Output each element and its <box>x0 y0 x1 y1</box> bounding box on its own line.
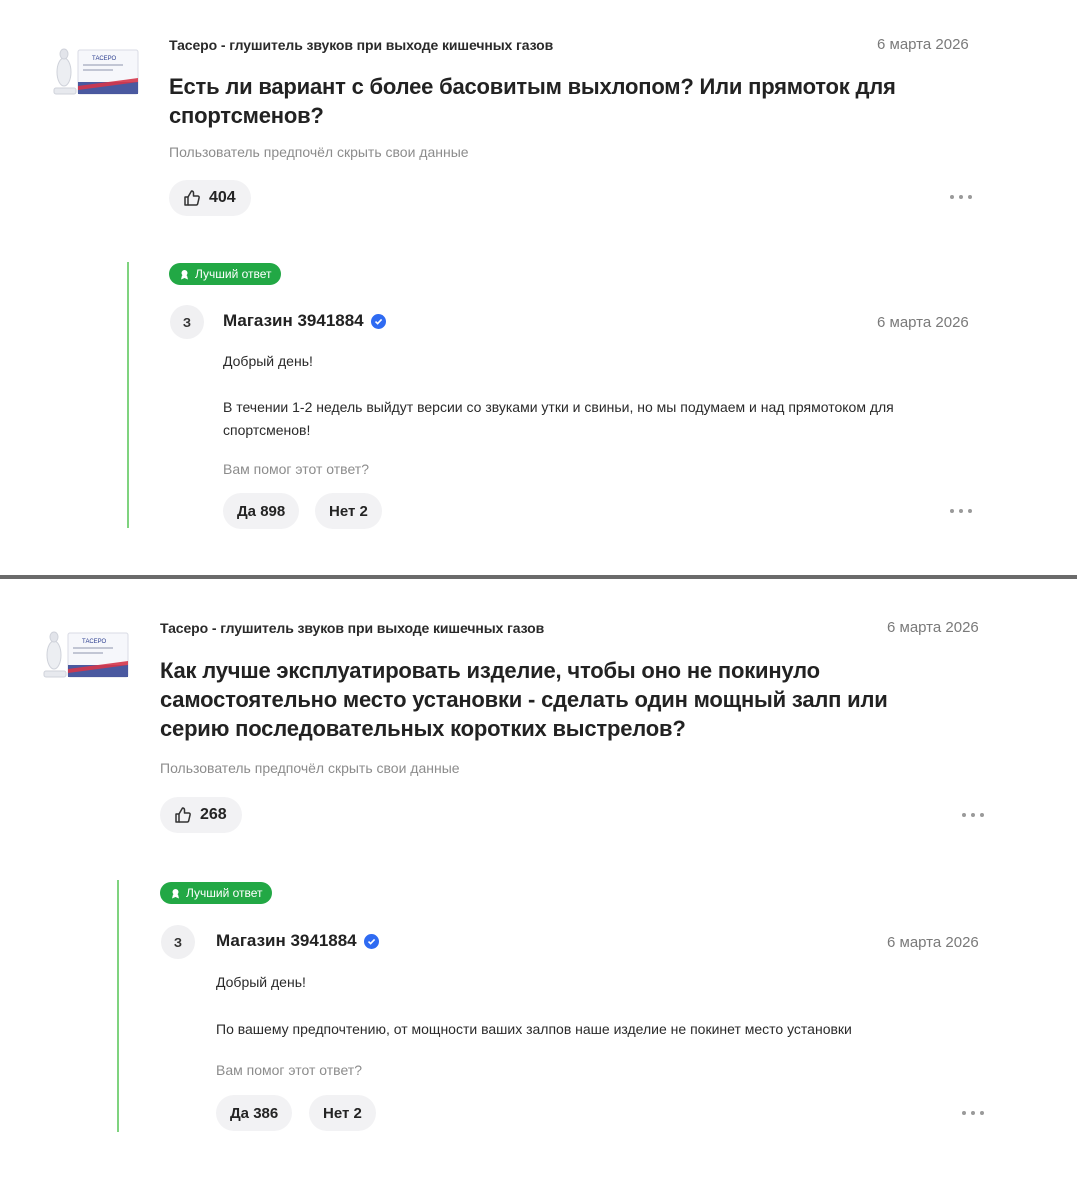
seller-name[interactable]: Магазин 3941884 <box>223 311 386 331</box>
vote-no-button[interactable]: Нет 2 <box>309 1095 376 1131</box>
seller-name-label: Магазин 3941884 <box>216 931 357 950</box>
question-author: Пользователь предпочёл скрыть свои данны… <box>169 144 469 160</box>
award-icon <box>181 269 188 279</box>
answer-accent-line <box>117 880 119 1132</box>
verified-check-icon <box>370 313 386 329</box>
vote-yes-button[interactable]: Да 898 <box>223 493 300 529</box>
more-options-button[interactable] <box>960 805 986 825</box>
like-count: 268 <box>200 806 227 823</box>
more-dots-icon <box>962 813 966 817</box>
product-image-label: ТАСЕРО <box>92 56 117 62</box>
award-icon <box>172 888 179 898</box>
thumbs-up-icon <box>175 807 191 823</box>
answer-greeting: Добрый день! <box>216 974 306 990</box>
best-answer-label: Лучший ответ <box>195 267 272 281</box>
vote-yes-button[interactable]: Да 386 <box>216 1095 293 1131</box>
vote-no-button[interactable]: Нет 2 <box>315 493 382 529</box>
product-thumbnail[interactable]: ТАСЕРО <box>40 625 132 681</box>
seller-name[interactable]: Магазин 3941884 <box>216 931 379 951</box>
answer-date: 6 марта 2026 <box>887 934 979 951</box>
best-answer-badge: Лучший ответ <box>169 263 281 285</box>
more-dots-icon <box>950 509 954 513</box>
like-count: 404 <box>209 189 236 206</box>
question-text: Есть ли вариант с более басовитым выхлоп… <box>169 74 896 128</box>
seller-name-label: Магазин 3941884 <box>223 311 364 330</box>
question-author: Пользователь предпочёл скрыть свои данны… <box>160 760 460 776</box>
answer-accent-line <box>127 262 129 528</box>
product-image-label: ТАСЕРО <box>82 639 107 645</box>
seller-avatar: З <box>161 925 195 959</box>
helpful-prompt: Вам помог этот ответ? <box>216 1062 362 1078</box>
helpful-prompt: Вам помог этот ответ? <box>223 461 369 477</box>
seller-avatar: З <box>170 305 204 339</box>
question-date: 6 марта 2026 <box>887 619 979 636</box>
answer-more-options-button[interactable] <box>960 1103 986 1123</box>
thumbs-up-icon <box>184 190 200 206</box>
question-card-1: ТАСЕРО Тасеро - глушитель звуков при вых… <box>0 0 1077 576</box>
question-card-2: ТАСЕРО Тасеро - глушитель звуков при вых… <box>0 579 1077 1194</box>
answer-body: По вашему предпочтению, от мощности ваши… <box>216 1021 852 1037</box>
answer-more-options-button[interactable] <box>948 501 974 521</box>
best-answer-badge: Лучший ответ <box>160 882 272 904</box>
product-title-link[interactable]: Тасеро - глушитель звуков при выходе киш… <box>169 37 553 53</box>
answer-greeting: Добрый день! <box>223 353 313 369</box>
answer-date: 6 марта 2026 <box>877 314 969 331</box>
question-text: Как лучше эксплуатировать изделие, чтобы… <box>160 658 888 741</box>
product-thumbnail[interactable]: ТАСЕРО <box>50 42 142 98</box>
more-dots-icon <box>962 1111 966 1115</box>
answer-body: В течении 1-2 недель выйдут версии со зв… <box>223 399 894 438</box>
more-dots-icon <box>950 195 954 199</box>
product-title-link[interactable]: Тасеро - глушитель звуков при выходе киш… <box>160 620 544 636</box>
question-date: 6 марта 2026 <box>877 36 969 53</box>
verified-check-icon <box>363 933 379 949</box>
like-button[interactable]: 268 <box>160 797 242 833</box>
like-button[interactable]: 404 <box>169 180 251 216</box>
best-answer-label: Лучший ответ <box>186 886 263 900</box>
more-options-button[interactable] <box>948 187 974 207</box>
